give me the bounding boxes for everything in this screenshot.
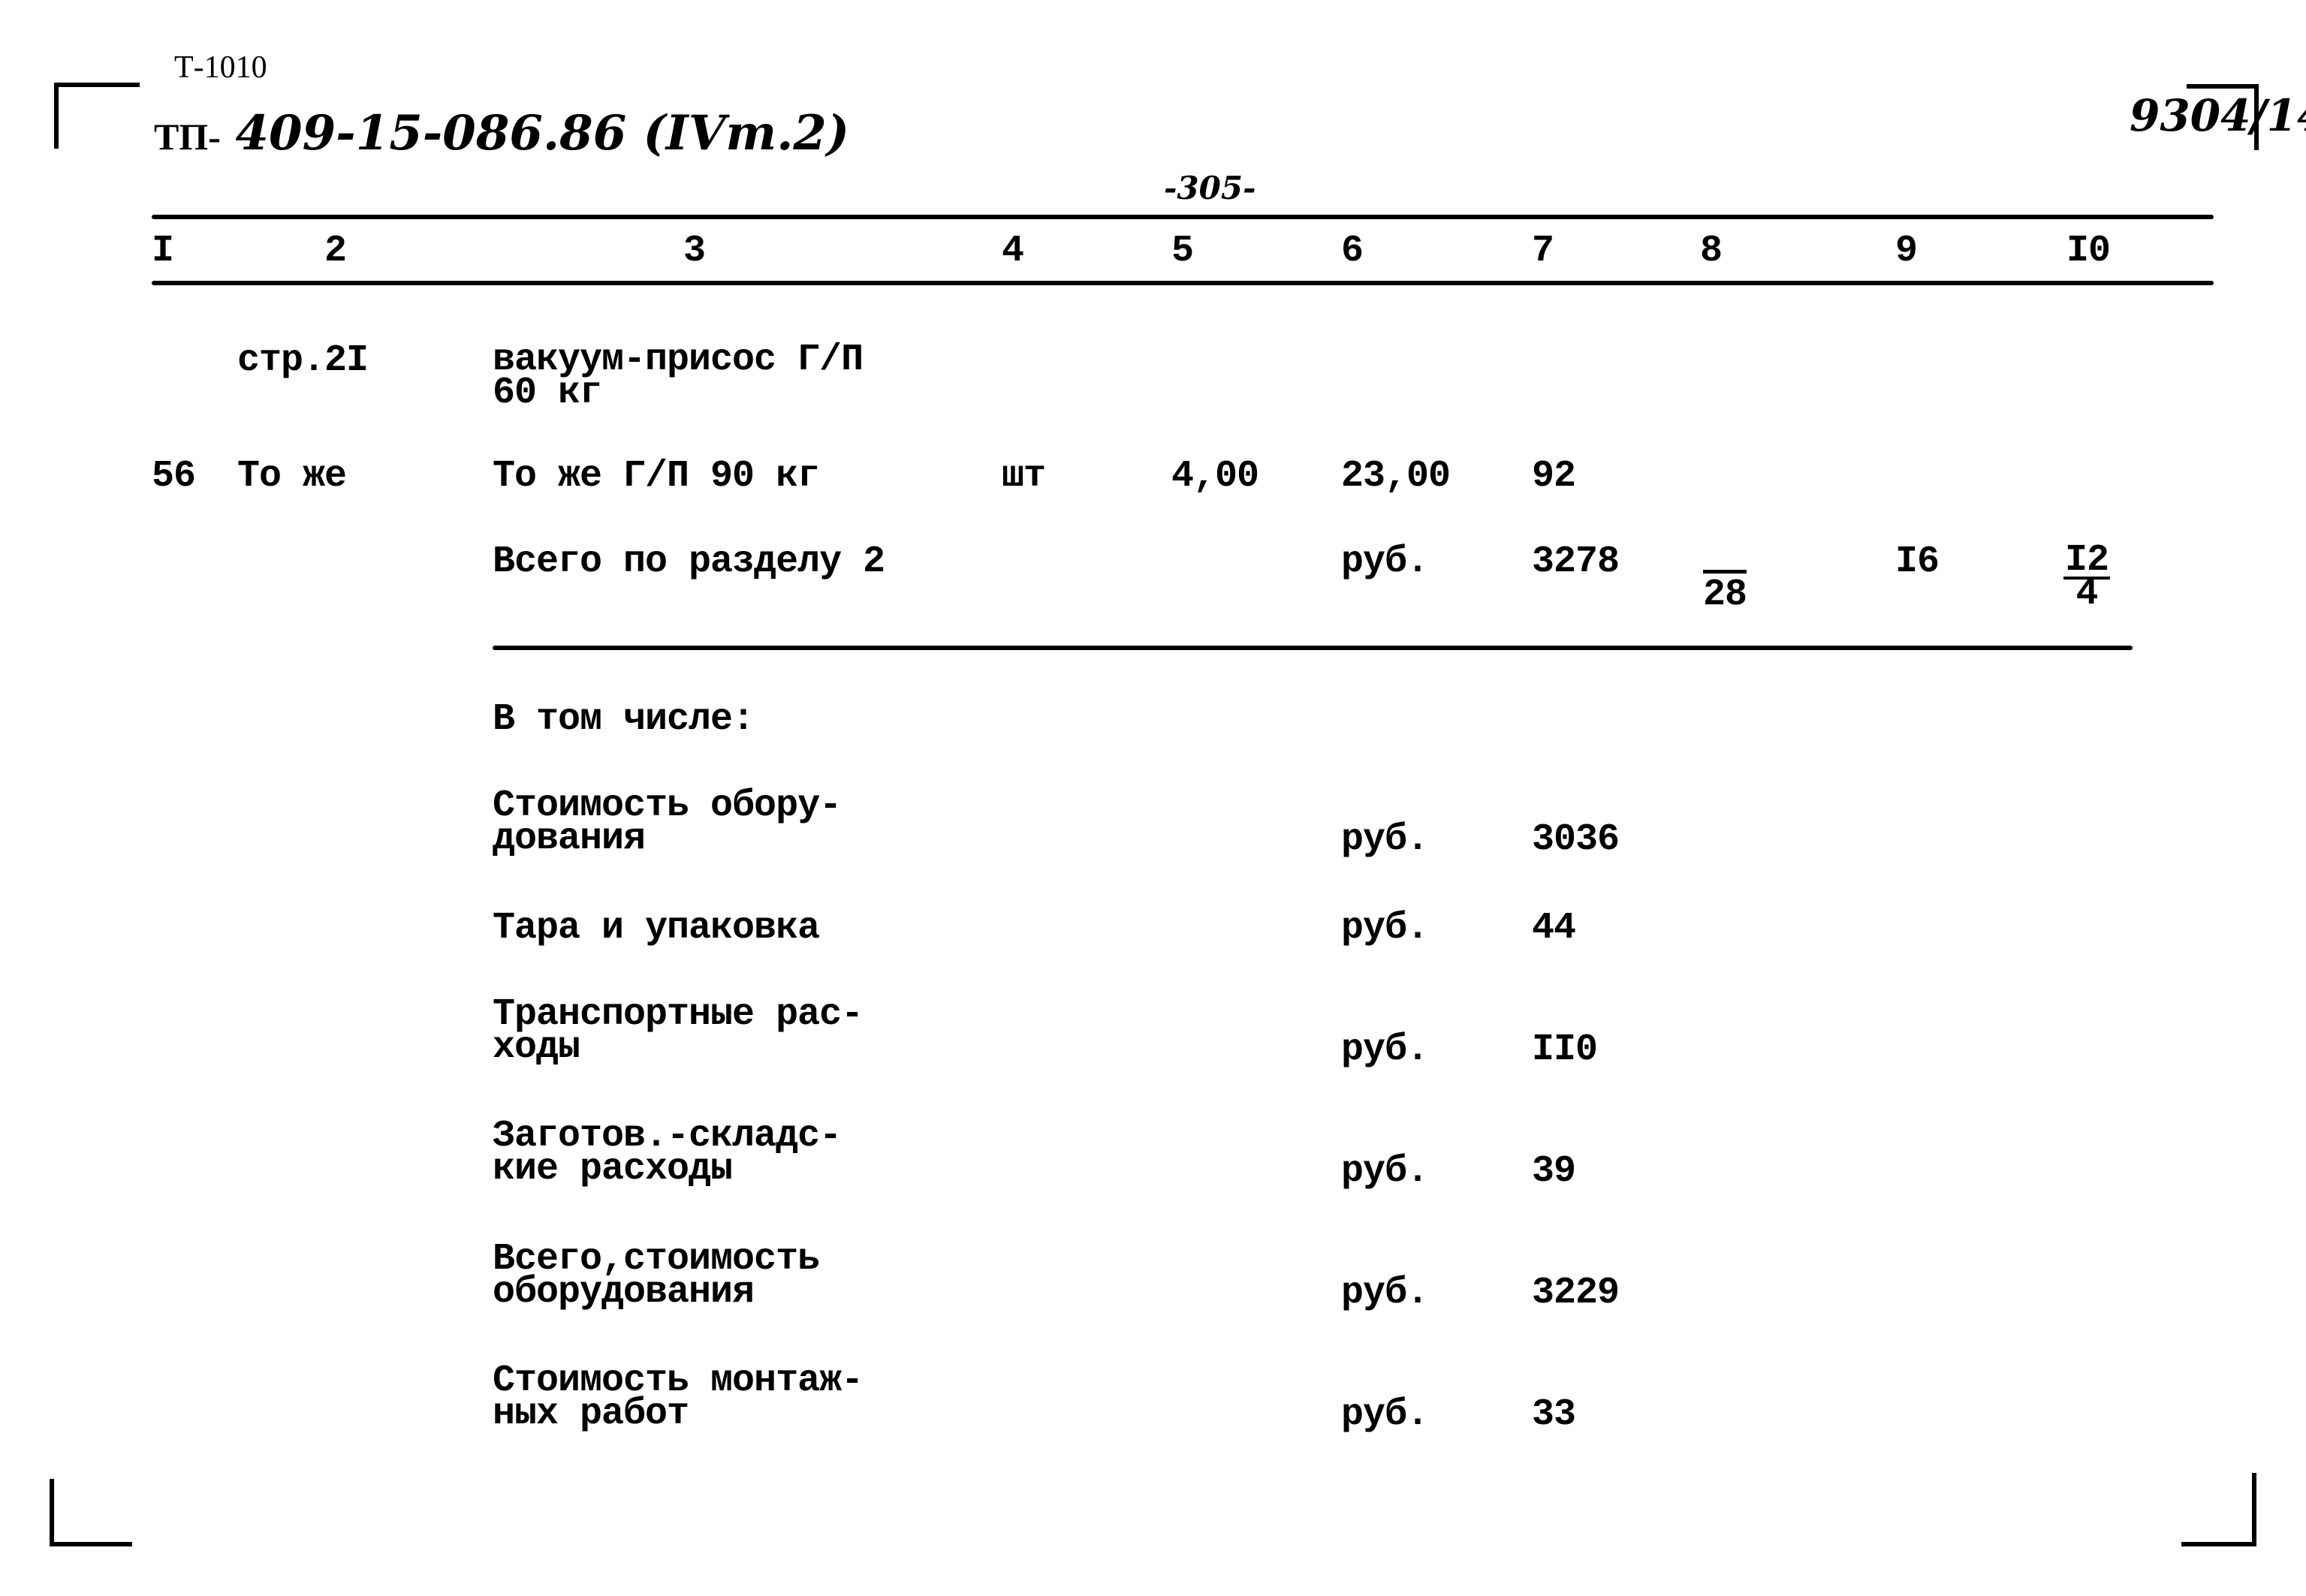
document-page: Т-1010 ТП- 409-15-086.86 (IVт.2) 9304/14… bbox=[0, 0, 2306, 1596]
section-total-unit: руб. bbox=[1341, 541, 1429, 583]
column-header-10: I0 bbox=[2066, 230, 2111, 273]
label-line: оборудования bbox=[493, 1271, 755, 1314]
corner-mark-top-left bbox=[54, 83, 140, 149]
section-total-col10-fraction: I2 4 bbox=[2063, 542, 2111, 616]
fraction-denominator: 4 bbox=[2075, 573, 2099, 616]
row-description: То же Г/П 90 кг bbox=[493, 455, 820, 498]
page-number: -305- bbox=[1164, 170, 1256, 206]
breakdown-unit: руб. bbox=[1341, 1272, 1429, 1314]
breakdown-unit: руб. bbox=[1341, 1028, 1429, 1071]
row-source-ref: То же bbox=[237, 455, 347, 498]
label-line: дования bbox=[493, 818, 646, 860]
column-header-9: 9 bbox=[1895, 230, 1918, 273]
description-line: 60 кг bbox=[493, 372, 602, 414]
breakdown-unit: руб. bbox=[1341, 907, 1429, 950]
project-number: ТП- 409-15-086.86 (IVт.2) bbox=[154, 105, 849, 161]
section-total-col8: 28 bbox=[1703, 574, 1747, 616]
column-header-5: 5 bbox=[1171, 230, 1194, 273]
section-total-value: 3278 bbox=[1532, 541, 1620, 583]
breakdown-label: Стоимость обору- дования bbox=[493, 787, 842, 860]
section-divider-rule bbox=[493, 646, 2133, 650]
including-label: В том числе: bbox=[493, 698, 755, 741]
corner-mark-bottom-right bbox=[2181, 1473, 2256, 1546]
column-header-8: 8 bbox=[1700, 230, 1723, 273]
breakdown-unit: руб. bbox=[1341, 1393, 1429, 1436]
breakdown-unit: руб. bbox=[1341, 1150, 1429, 1193]
column-header-3: 3 bbox=[683, 230, 706, 273]
column-header-6: 6 bbox=[1341, 230, 1364, 273]
breakdown-value: 44 bbox=[1532, 907, 1576, 950]
label-line: ных работ bbox=[493, 1393, 689, 1435]
column-header-2: 2 bbox=[324, 230, 347, 273]
row-description: вакуум-присос Г/П 60 кг bbox=[493, 342, 864, 414]
section-total-col9: I6 bbox=[1895, 541, 1940, 583]
column-header-7: 7 bbox=[1532, 230, 1554, 273]
column-header-4: 4 bbox=[1002, 230, 1024, 273]
row-unit: шт bbox=[1002, 455, 1046, 498]
label-line: ходы bbox=[493, 1026, 580, 1069]
table-header-bottom-rule bbox=[152, 281, 2214, 285]
archive-code: Т-1010 bbox=[174, 50, 267, 85]
project-prefix: ТП- bbox=[154, 116, 221, 158]
breakdown-label: Транспортные рас- ходы bbox=[493, 996, 864, 1069]
breakdown-label: Всего,стоимость оборудования bbox=[493, 1241, 820, 1314]
label-line: кие расходы bbox=[493, 1148, 733, 1191]
breakdown-unit: руб. bbox=[1341, 818, 1429, 861]
breakdown-value: 3229 bbox=[1532, 1272, 1620, 1314]
breakdown-value: 39 bbox=[1532, 1150, 1576, 1193]
breakdown-label: Заготов.-складс- кие расходы bbox=[493, 1118, 842, 1191]
column-header-1: I bbox=[152, 230, 174, 273]
row-source-ref: стр.2I bbox=[237, 339, 369, 382]
table-top-rule bbox=[152, 215, 2214, 219]
corner-mark-bottom-left bbox=[50, 1479, 132, 1546]
breakdown-value: 3036 bbox=[1532, 818, 1620, 861]
breakdown-value: 33 bbox=[1532, 1393, 1576, 1436]
row-quantity: 4,00 bbox=[1171, 455, 1259, 498]
breakdown-label: Стоимость монтаж- ных работ bbox=[493, 1363, 864, 1435]
sheet-number: 9304/14 bbox=[2130, 90, 2306, 141]
section-total-label: Всего по разделу 2 bbox=[493, 541, 885, 583]
row-total: 92 bbox=[1532, 455, 1576, 498]
project-code-handwritten: 409-15-086.86 (IVт.2) bbox=[235, 105, 850, 161]
row-number: 56 bbox=[152, 455, 196, 498]
breakdown-value: II0 bbox=[1532, 1028, 1598, 1071]
breakdown-label: Тара и упаковка bbox=[493, 907, 820, 950]
row-unit-price: 23,00 bbox=[1341, 455, 1451, 498]
